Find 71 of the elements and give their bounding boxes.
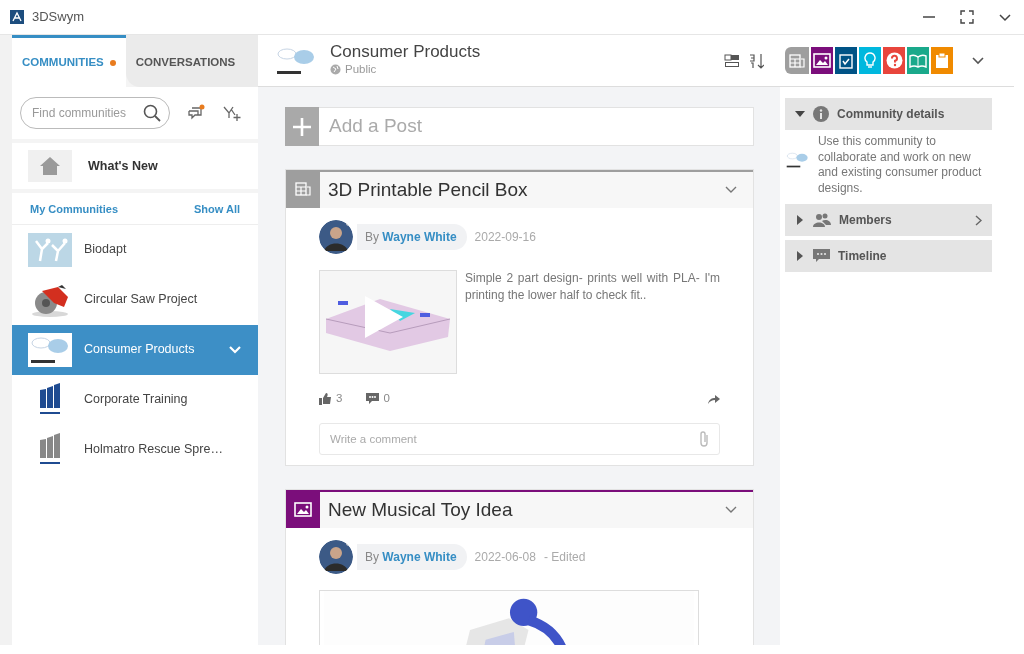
show-all-link[interactable]: Show All [193, 201, 240, 218]
tab[interactable]: CONVERSATIONS [125, 35, 258, 87]
plus-icon [292, 116, 312, 137]
accordion-header[interactable]: Members [785, 204, 992, 237]
community-item[interactable]: Holmatro Rescue Spre… [12, 424, 258, 475]
whats-new-item[interactable]: What's New [12, 143, 258, 189]
book-icon [909, 53, 927, 68]
caret-down-icon [795, 109, 805, 119]
app-button[interactable] [811, 47, 833, 74]
community-item[interactable]: Corporate Training [12, 374, 258, 425]
app-button[interactable] [835, 47, 857, 74]
visibility-label: Public [345, 62, 377, 78]
app-title: 3DSwym [32, 8, 84, 27]
post-date: 2022-06-08 [474, 549, 536, 567]
like-count: 3 [336, 391, 343, 406]
figures-logo-icon [28, 232, 72, 267]
chevron-right-icon[interactable] [975, 214, 982, 226]
mouse-logo-icon [28, 332, 72, 367]
community-item[interactable]: Consumer Products [12, 324, 258, 375]
comment-count: 0 [383, 391, 390, 406]
community-description: Use this community to collaborate and work on new and existing consumer product designs. [817, 134, 983, 197]
checklist-icon [839, 52, 853, 69]
people-icon [813, 213, 831, 228]
image-type-icon [813, 53, 831, 68]
app-logo-icon [10, 10, 24, 24]
chevron-down-icon[interactable] [971, 56, 985, 67]
lightbulb-icon [864, 52, 876, 69]
tab[interactable]: COMMUNITIES [12, 35, 126, 87]
search-icon[interactable] [143, 104, 161, 122]
globe-icon [330, 64, 341, 76]
search-field[interactable]: Find communities [20, 97, 170, 129]
thumbs-up-icon[interactable] [319, 392, 332, 405]
accordion-header[interactable]: Community details [785, 98, 992, 130]
clipboard-icon [935, 52, 949, 69]
caret-right-icon [795, 215, 805, 226]
avatar[interactable] [319, 540, 353, 575]
chevron-down-icon[interactable] [725, 506, 737, 515]
fullscreen-icon[interactable] [960, 10, 974, 24]
post-text: Simple 2 part design- prints well with PLA- I'm printing the lower half to check fit.. [465, 270, 720, 305]
post-type-icon [295, 182, 311, 196]
add-community-icon[interactable] [222, 104, 242, 122]
post-date: 2022-09-16 [474, 229, 536, 246]
comment-icon [813, 249, 830, 264]
comment-icon[interactable] [366, 392, 380, 405]
sort-icon[interactable] [748, 52, 764, 69]
caret-right-icon [795, 251, 805, 262]
chevron-down-icon[interactable] [725, 186, 737, 194]
avatar[interactable] [319, 220, 353, 254]
post-title: 3D Printable Pencil Box [327, 177, 529, 202]
layout-toggle-icon[interactable] [724, 52, 740, 69]
community-title: Consumer Products [330, 42, 481, 62]
conversation-icon[interactable] [186, 104, 206, 122]
info-icon [813, 106, 829, 122]
author-label: By Wayne White [357, 224, 467, 250]
image-type-icon [294, 501, 312, 517]
edited-label: - Edited [543, 549, 586, 567]
accordion-header[interactable]: Timeline [785, 240, 992, 273]
community-item[interactable]: Biodapt [12, 224, 258, 275]
post-title: New Musical Toy Idea [327, 498, 514, 522]
section-title: My Communities [30, 202, 118, 217]
question-icon [885, 52, 903, 69]
app-button[interactable] [883, 47, 905, 74]
author-label: By Wayne White [357, 544, 467, 571]
post-type-icon [789, 53, 805, 68]
home-icon [28, 150, 72, 182]
add-post-field[interactable]: Add a Post [319, 107, 754, 146]
community-item[interactable]: Circular Saw Project [12, 274, 258, 325]
author-link[interactable]: Wayne White [382, 550, 457, 565]
comment-field[interactable]: Write a comment [319, 423, 720, 456]
author-link[interactable]: Wayne White [382, 230, 457, 244]
share-icon[interactable] [708, 393, 720, 404]
